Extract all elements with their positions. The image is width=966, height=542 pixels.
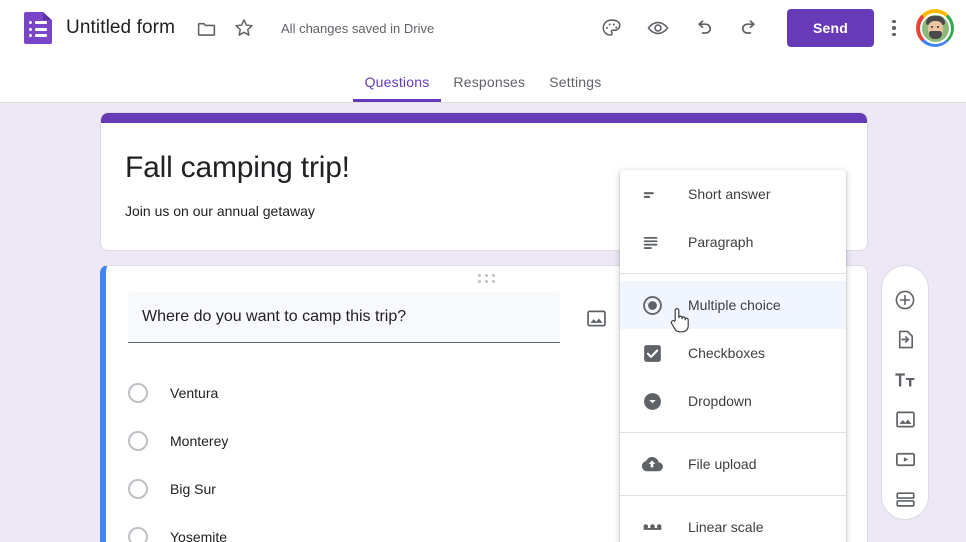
menu-separator (620, 495, 846, 496)
menu-item-label: File upload (688, 456, 757, 472)
menu-item-paragraph[interactable]: Paragraph (620, 218, 846, 266)
star-icon[interactable] (227, 11, 261, 45)
menu-item-checkboxes[interactable]: Checkboxes (620, 329, 846, 377)
dropdown-arrow-icon (640, 389, 664, 413)
add-video-icon[interactable] (885, 439, 925, 479)
linear-scale-icon (640, 515, 664, 539)
save-status: All changes saved in Drive (281, 21, 434, 36)
radio-button-icon[interactable] (128, 383, 148, 403)
palette-icon[interactable] (592, 8, 632, 48)
menu-separator (620, 273, 846, 274)
menu-item-label: Short answer (688, 186, 770, 202)
option-label[interactable]: Yosemite (170, 529, 227, 542)
tab-bar: Questions Responses Settings (0, 56, 966, 103)
add-question-icon[interactable] (885, 280, 925, 320)
option-label[interactable]: Big Sur (170, 481, 216, 497)
app-header: Untitled form All changes saved in Drive (0, 0, 966, 56)
radio-button-icon (640, 293, 664, 317)
option-label[interactable]: Monterey (170, 433, 228, 449)
radio-button-icon[interactable] (128, 431, 148, 451)
menu-item-linear-scale[interactable]: Linear scale (620, 503, 846, 542)
menu-item-file-upload[interactable]: File upload (620, 440, 846, 488)
radio-button-icon[interactable] (128, 479, 148, 499)
drag-handle-icon[interactable] (478, 274, 496, 283)
question-text-input[interactable]: Where do you want to camp this trip? (128, 292, 560, 343)
menu-item-multiple-choice[interactable]: Multiple choice (620, 281, 846, 329)
avatar[interactable] (916, 9, 954, 47)
kebab-menu-icon[interactable] (880, 8, 908, 48)
cloud-upload-icon (640, 452, 664, 476)
form-accent-stripe (101, 113, 867, 123)
redo-icon[interactable] (730, 8, 770, 48)
menu-item-label: Paragraph (688, 234, 753, 250)
header-actions: Send (589, 8, 966, 48)
short-answer-icon (640, 182, 664, 206)
question-type-menu[interactable]: Short answer Paragraph Multipl (620, 170, 846, 542)
checkbox-icon (640, 341, 664, 365)
eye-icon[interactable] (638, 8, 678, 48)
menu-item-label: Multiple choice (688, 297, 781, 313)
logo-lines (29, 21, 47, 41)
import-questions-icon[interactable] (885, 320, 925, 360)
google-forms-editor: Untitled form All changes saved in Drive (0, 0, 966, 542)
avatar-face (922, 15, 949, 42)
menu-item-label: Checkboxes (688, 345, 765, 361)
logo-fold (43, 12, 52, 20)
add-section-icon[interactable] (885, 479, 925, 519)
undo-icon[interactable] (684, 8, 724, 48)
send-button[interactable]: Send (787, 9, 874, 47)
option-label[interactable]: Ventura (170, 385, 218, 401)
tab-questions[interactable]: Questions (353, 74, 442, 102)
form-title[interactable]: Untitled form (66, 17, 175, 39)
radio-button-icon[interactable] (128, 527, 148, 542)
add-image-icon[interactable] (885, 399, 925, 439)
tab-responses[interactable]: Responses (441, 74, 537, 102)
menu-separator (620, 432, 846, 433)
add-title-description-icon[interactable] (885, 360, 925, 400)
paragraph-icon (640, 230, 664, 254)
tab-settings[interactable]: Settings (537, 74, 613, 102)
editor-side-toolbar (881, 265, 929, 520)
menu-item-short-answer[interactable]: Short answer (620, 170, 846, 218)
add-image-icon[interactable] (584, 306, 608, 330)
menu-item-label: Linear scale (688, 519, 764, 535)
menu-item-label: Dropdown (688, 393, 752, 409)
avatar-inner (920, 13, 951, 44)
menu-item-dropdown[interactable]: Dropdown (620, 377, 846, 425)
google-forms-logo[interactable] (24, 12, 52, 44)
folder-icon[interactable] (189, 11, 223, 45)
